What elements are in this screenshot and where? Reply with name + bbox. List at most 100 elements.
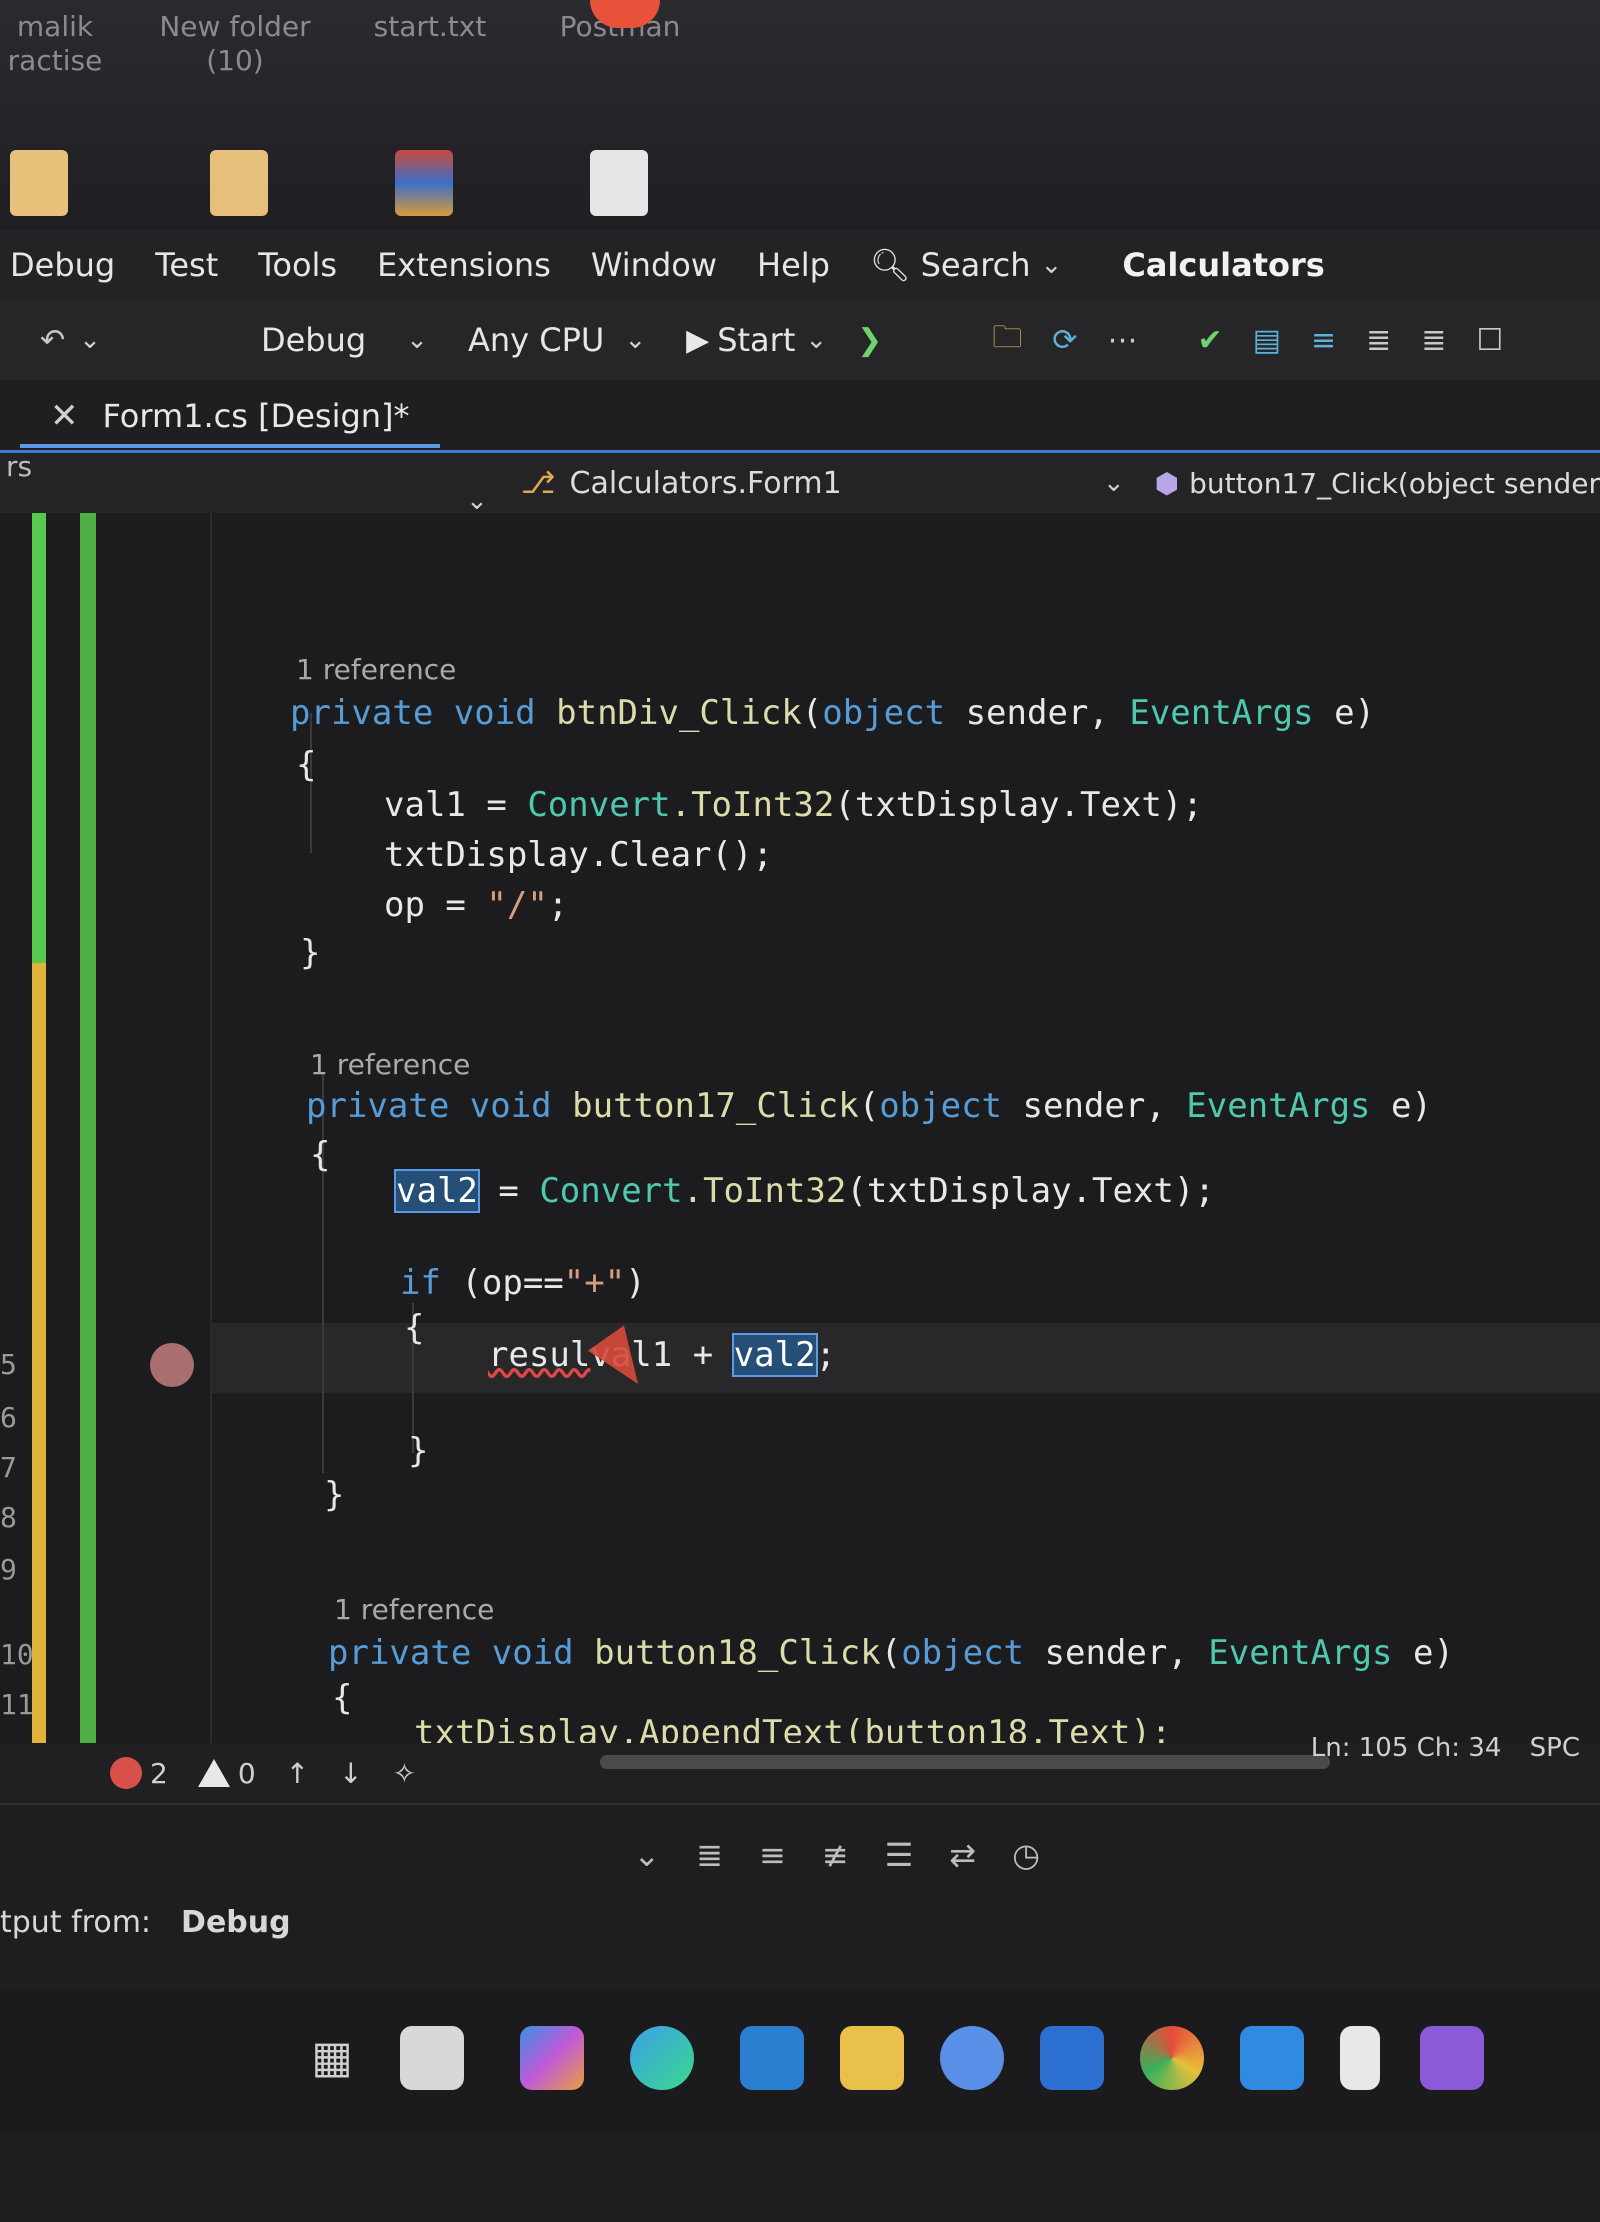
menu-bar: Debug Test Tools Extensions Window Help … — [0, 230, 1600, 300]
word-icon[interactable] — [1040, 2026, 1104, 2090]
error-squiggle[interactable]: resul — [488, 1335, 590, 1375]
tab-form1-design[interactable]: ✕ Form1.cs [Design]* — [20, 388, 440, 448]
outdent-icon[interactable]: ≣ — [1366, 323, 1391, 358]
error-count[interactable]: 2 — [110, 1757, 168, 1790]
config-dropdown[interactable]: Debug — [261, 321, 366, 359]
undo-icon[interactable]: ↶ — [40, 323, 65, 358]
param-name: e) — [1334, 693, 1376, 733]
folder-icon[interactable] — [10, 150, 68, 216]
menu-extensions[interactable]: Extensions — [377, 246, 551, 284]
photos-icon[interactable] — [940, 2026, 1004, 2090]
code-line: if (op=="+") — [400, 1263, 646, 1303]
open-in-editor-icon[interactable]: ⇄ — [949, 1836, 976, 1874]
line-number: 8 — [0, 1501, 17, 1534]
toggle-word-wrap-icon[interactable]: ≢ — [822, 1836, 849, 1874]
text-file-icon[interactable] — [590, 150, 648, 216]
code-cleanup-icon[interactable]: ✧ — [393, 1757, 416, 1790]
menu-help[interactable]: Help — [757, 246, 830, 284]
warning-count[interactable]: 0 — [197, 1756, 256, 1790]
winrar-archive-icon[interactable] — [395, 150, 453, 216]
find-message-icon[interactable]: ≣ — [696, 1836, 723, 1874]
chevron-down-icon[interactable]: ⌄ — [633, 1836, 660, 1874]
desktop-item-start-txt[interactable]: start.txt — [335, 10, 525, 44]
warning-count-value: 0 — [237, 1756, 256, 1790]
keyword: private void — [306, 1086, 552, 1126]
output-toolbar: ⌄ ≣ ≡ ≢ ☰ ⇄ ◷ — [0, 1825, 1600, 1885]
start-without-debugging-icon[interactable]: ❯ — [857, 323, 882, 358]
indent-icon[interactable]: ≣ — [1421, 323, 1446, 358]
document-tab-bar: ✕ Form1.cs [Design]* — [0, 380, 1600, 453]
word-wrap-icon[interactable]: ☰ — [885, 1836, 914, 1874]
param-name: sender, — [965, 693, 1109, 733]
chevron-down-icon: ⌄ — [466, 486, 488, 516]
line-number: 11 — [0, 1688, 34, 1721]
line-number-gutter: 5 6 7 8 9 10 11 — [0, 513, 212, 1863]
quick-actions-lightbulb-icon[interactable] — [150, 1343, 194, 1387]
code-line-current: resulval1 + val2; — [488, 1333, 837, 1377]
chevron-down-icon[interactable]: ⌄ — [805, 325, 827, 355]
menu-tools[interactable]: Tools — [258, 246, 337, 284]
spell-check-icon[interactable]: ✔ — [1197, 323, 1222, 358]
desktop-item-new-folder[interactable]: New folder (10) — [140, 10, 330, 78]
start-button[interactable]: Start — [717, 321, 795, 359]
chrome-icon[interactable] — [1140, 2026, 1204, 2090]
chevron-down-icon[interactable]: ⌄ — [624, 325, 646, 355]
more-icon[interactable]: ⋯ — [1107, 323, 1137, 358]
chevron-down-icon[interactable]: ⌄ — [406, 325, 428, 355]
chevron-down-icon[interactable]: ⌄ — [79, 325, 101, 355]
code-lens-references[interactable]: 1 reference — [334, 1593, 494, 1626]
platform-dropdown[interactable]: Any CPU — [468, 321, 604, 359]
code-lens-references[interactable]: 1 reference — [296, 653, 456, 686]
output-source-selector[interactable]: tput from: Debug — [0, 1905, 291, 1940]
code-lens-references[interactable]: 1 reference — [310, 1048, 470, 1081]
desktop-item-malik-practise[interactable]: malik ractise — [0, 10, 150, 78]
code-editor[interactable]: 5 6 7 8 9 10 11 1 reference private void… — [0, 513, 1600, 1863]
member-dropdown[interactable]: ⬢ button17_Click(object sender — [1155, 467, 1600, 500]
vs-code-icon[interactable] — [1240, 2026, 1304, 2090]
method-name: btnDiv_Click — [556, 693, 802, 733]
whitespace-mode[interactable]: SPC — [1530, 1733, 1580, 1763]
uncomment-icon[interactable]: ≡ — [1311, 323, 1336, 358]
task-view-icon[interactable]: ▦ — [300, 2026, 364, 2090]
hot-reload-icon[interactable]: ⟳ — [1052, 323, 1077, 358]
close-icon[interactable]: ✕ — [50, 396, 79, 436]
chevron-down-icon: ⌄ — [1040, 250, 1063, 280]
chevron-down-icon: ⌄ — [1102, 468, 1125, 498]
visual-studio-icon[interactable] — [1420, 2026, 1484, 2090]
bookmark-icon[interactable]: ☐ — [1476, 323, 1503, 358]
search-icon: 🔍︎ — [869, 246, 911, 284]
menu-window[interactable]: Window — [591, 246, 717, 284]
clear-all-icon[interactable]: ≡ — [759, 1836, 786, 1874]
copilot-icon[interactable] — [520, 2026, 584, 2090]
widgets-icon[interactable] — [400, 2026, 464, 2090]
start-play-icon[interactable]: ▶ — [686, 323, 709, 358]
visual-studio-window: Debug Test Tools Extensions Window Help … — [0, 230, 1600, 2222]
class-dropdown[interactable]: ⎇ Calculators.Form1 ⌄ — [521, 466, 1155, 501]
notepad-icon[interactable] — [1340, 2026, 1380, 2090]
menu-test[interactable]: Test — [155, 246, 218, 284]
next-issue-icon[interactable]: ↓ — [339, 1757, 362, 1790]
edge-browser-icon[interactable] — [630, 2026, 694, 2090]
param-type: object — [879, 1086, 1003, 1126]
method-signature: private void button18_Click(object sende… — [328, 1633, 1454, 1673]
brace: } — [324, 1475, 345, 1515]
horizontal-scrollbar[interactable] — [600, 1755, 1330, 1769]
desktop-item-label: malik ractise — [7, 10, 103, 77]
folder-icon[interactable] — [210, 150, 268, 216]
comment-icon[interactable]: ▤ — [1253, 323, 1281, 358]
warning-icon — [197, 1759, 230, 1787]
find-in-files-icon[interactable]: 🗀︎ — [992, 315, 1022, 366]
file-explorer-icon[interactable] — [840, 2026, 904, 2090]
tab-title: Form1.cs [Design]* — [102, 397, 410, 435]
previous-issue-icon[interactable]: ↑ — [286, 1757, 309, 1790]
output-source-value[interactable]: Debug — [181, 1905, 291, 1940]
cursor-position[interactable]: Ln: 105 Ch: 34 SPC — [1311, 1733, 1580, 1763]
line-number: 6 — [0, 1401, 17, 1434]
menu-debug[interactable]: Debug — [10, 246, 115, 284]
history-icon[interactable]: ◷ — [1012, 1836, 1040, 1874]
project-dropdown-label: rs — [6, 450, 33, 483]
outlook-icon[interactable] — [740, 2026, 804, 2090]
project-dropdown[interactable]: rs ⌄ — [6, 450, 521, 516]
search-box[interactable]: 🔍︎ Search ⌄ — [870, 246, 1062, 284]
method-name: button18_Click — [594, 1633, 881, 1673]
